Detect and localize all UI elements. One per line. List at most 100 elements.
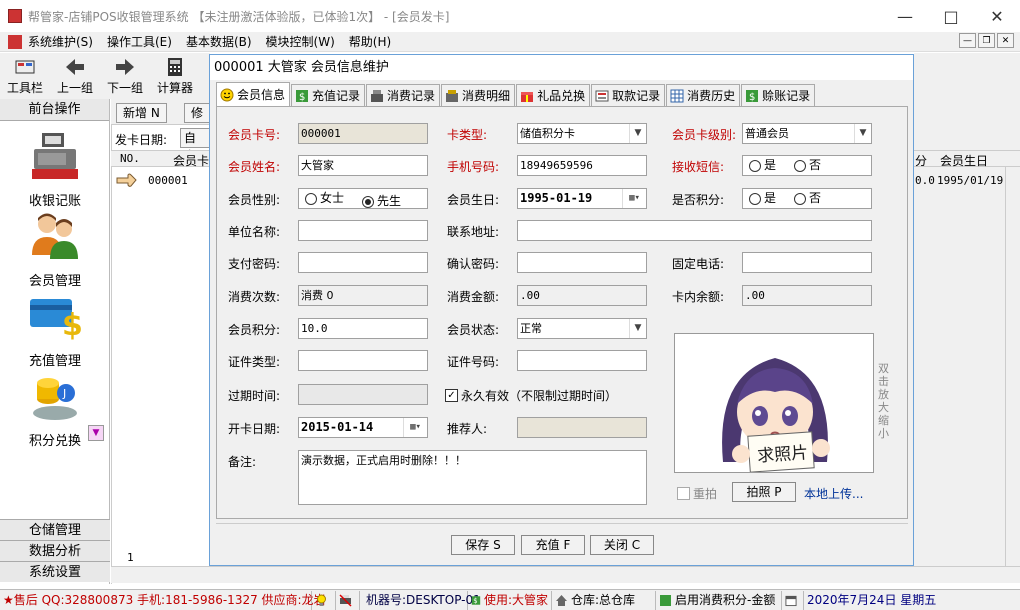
nav-warehouse[interactable]: 仓储管理 [0,519,110,540]
tab-gift-exchange-label: 礼品兑换 [537,88,586,103]
gender-male-radio[interactable]: 先生 [362,192,401,208]
remark-label: 备注: [228,455,257,469]
sms-yes-radio[interactable]: 是 [749,156,776,175]
prev-group-button[interactable]: 上一组 [50,53,100,99]
new-button[interactable]: 新增 N [116,103,167,123]
close-icon[interactable]: ✕ [974,0,1020,32]
menu-basic-data[interactable]: 基本数据(B) [186,33,252,50]
date-filter-select[interactable]: 自定 [180,128,210,163]
tab-consume-history[interactable]: 消费历史 [666,84,741,106]
nav-cashier[interactable]: 收银记账 [20,129,90,209]
confirm-password-field[interactable] [517,252,647,273]
menu-help[interactable]: 帮助(H) [349,33,391,50]
gender-female-radio[interactable]: 女士 [305,189,344,208]
id-no-field[interactable] [517,350,647,371]
birthday-picker[interactable]: 1995-01-19 ▦▾ [517,188,647,209]
toolbar-label: 工具栏 [6,81,43,95]
chevron-down-icon[interactable]: ▼ [629,124,646,143]
tab-gift-exchange[interactable]: 礼品兑换 [516,84,591,106]
member-photo[interactable]: 求照片 [674,333,874,473]
title-bar: 帮管家-店铺POS收银管理系统 【未注册激活体验版，已体验1次】 - [会员发卡… [0,0,1020,32]
mdi-minimize-icon[interactable]: — [959,33,976,48]
tab-consume-records[interactable]: 消费记录 [366,84,441,106]
grid-row-birthday[interactable]: 1995/01/19 [937,174,1003,187]
fixed-phone-field[interactable] [742,252,872,273]
remark-textarea[interactable]: 演示数据，正式启用时删除！！！ [298,450,647,505]
expand-down-icon[interactable]: ▼ [88,425,104,441]
points-enabled-radio-group: 是否 [742,188,872,209]
chevron-down-icon[interactable]: ▼ [854,124,871,143]
grid-row-no[interactable]: 000001 [148,174,188,187]
vertical-scrollbar[interactable] [1005,167,1020,566]
retake-checkbox[interactable]: 重拍 [677,485,717,502]
next-group-button[interactable]: 下一组 [100,53,150,99]
warehouse-text: 仓库:总仓库 [571,592,636,607]
phone-field[interactable]: 18949659596 [517,155,647,176]
menu-system[interactable]: 系统维护(S) [28,33,93,50]
minimize-icon[interactable]: — [882,0,928,32]
recharge-button[interactable]: 充值 F [521,535,585,555]
tab-member-info-label: 会员信息 [237,87,286,102]
tab-consume-details[interactable]: 消费明细 [441,84,516,106]
name-field[interactable]: 大管家 [298,155,428,176]
edit-button[interactable]: 修 [184,103,209,123]
pointer-hand-icon [116,173,137,187]
nav-analytics[interactable]: 数据分析 [0,540,110,561]
checkbox-icon [677,487,690,500]
printer-status[interactable] [336,590,360,610]
tab-withdraw-records-label: 取款记录 [612,88,661,103]
status-select[interactable]: 正常 ▼ [517,318,647,339]
calendar-dropdown-icon[interactable]: ▦▾ [403,418,427,437]
grid-row-points[interactable]: 0.0 [915,174,935,187]
local-upload-link[interactable]: 本地上传... [804,485,863,502]
menu-modules[interactable]: 模块控制(W) [266,33,335,50]
balance-field: .00 [742,285,872,306]
sms-radio-group: 是否 [742,155,872,176]
card-no-field[interactable]: 000001 [298,123,428,144]
card-level-select[interactable]: 普通会员 ▼ [742,123,872,144]
toolbar-button[interactable]: 工具栏 [0,53,50,99]
tab-credit-records[interactable]: $ 赊账记录 [741,84,816,106]
front-ops-header[interactable]: 前台操作 [0,99,109,121]
nav-recharge[interactable]: $ 充值管理 [20,289,90,369]
card-level-value: 普通会员 [745,127,789,140]
points-yes-radio[interactable]: 是 [749,189,776,208]
tab-member-info[interactable]: 会员信息 [216,82,291,106]
company-field[interactable] [298,220,428,241]
chevron-down-icon[interactable]: ▼ [629,319,646,338]
nav-points-exchange[interactable]: J 积分兑换 [20,369,90,449]
svg-text:$: $ [62,308,82,343]
maximize-icon[interactable]: □ [928,0,974,32]
birthday-label: 会员生日: [447,193,500,207]
forever-checkbox[interactable]: ✓ 永久有效（不限制过期时间） [445,387,617,404]
pay-password-field[interactable] [298,252,428,273]
mdi-restore-icon[interactable]: ❐ [978,33,995,48]
checkbox-checked-icon: ✓ [445,389,458,402]
card-type-select[interactable]: 储值积分卡 ▼ [517,123,647,144]
capture-button[interactable]: 拍照 P [732,482,796,502]
nav-settings[interactable]: 系统设置 [0,561,110,582]
nav-points-label: 积分兑换 [28,434,81,449]
close-dialog-button[interactable]: 关闭 C [590,535,654,555]
company-label: 单位名称: [228,225,281,239]
lightbulb-icon [317,594,326,606]
address-field[interactable] [517,220,872,241]
menu-tools[interactable]: 操作工具(E) [107,33,172,50]
tab-recharge-records[interactable]: $ 充值记录 [291,84,366,106]
sms-no-radio[interactable]: 否 [794,156,821,175]
points-field[interactable]: 10.0 [298,318,428,339]
save-button[interactable]: 保存 S [451,535,515,555]
bulb-icon[interactable] [312,590,336,610]
menu-bar: 系统维护(S) 操作工具(E) 基本数据(B) 模块控制(W) 帮助(H) [0,32,1020,52]
calculator-button[interactable]: 计算器 [150,53,200,99]
id-type-field[interactable] [298,350,428,371]
nav-members[interactable]: 会员管理 [20,209,90,289]
svg-text:$: $ [299,92,305,103]
horizontal-scrollbar[interactable] [111,566,1020,583]
points-no-label: 否 [809,191,822,205]
calendar-dropdown-icon[interactable]: ▦▾ [622,189,646,208]
open-date-picker[interactable]: 2015-01-14 ▦▾ [298,417,428,438]
tab-withdraw-records[interactable]: 取款记录 [591,84,666,106]
points-no-radio[interactable]: 否 [794,189,821,208]
mdi-close-icon[interactable]: ✕ [997,33,1014,48]
